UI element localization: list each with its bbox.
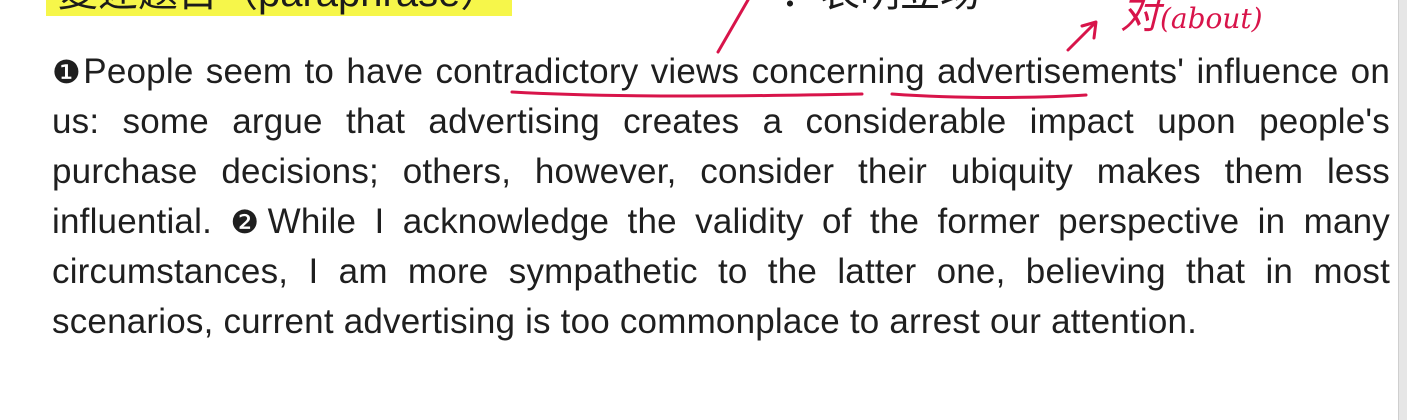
ink-slash xyxy=(716,0,750,54)
essay-paragraph: ❶People seem to have contradictory views… xyxy=(52,47,1390,347)
right-edge-bar xyxy=(1398,0,1407,420)
handwritten-note: 对(about) xyxy=(1120,0,1263,44)
heading-title: 复述题目（paraphrase） xyxy=(58,0,500,15)
note-paren: (about) xyxy=(1160,2,1263,35)
heading-tail: ：表明立场 xyxy=(780,0,980,16)
paragraph-number-2: ❷ xyxy=(230,203,268,241)
note-char: 对 xyxy=(1120,0,1160,38)
underlined-word-concerning: concerning xyxy=(751,52,925,91)
ink-arrow xyxy=(1066,20,1098,52)
heading-highlight: 复述题目（paraphrase） xyxy=(46,0,513,16)
underlined-phrase-contradictory-views: contradictory views xyxy=(435,52,740,91)
paragraph-number-1: ❶ xyxy=(52,53,84,91)
passage-start: People seem to have xyxy=(83,52,436,91)
